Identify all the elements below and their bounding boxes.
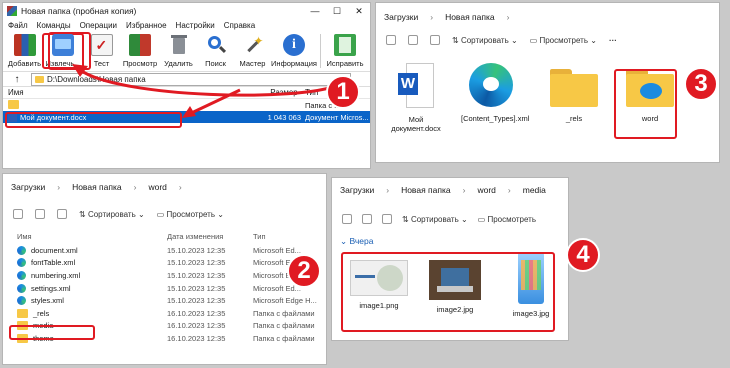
col-date[interactable]: Дата изменения: [167, 232, 253, 241]
folder-icon: [17, 308, 28, 318]
breadcrumb: Загрузки › Новая папка ›: [376, 3, 719, 31]
list-item[interactable]: settings.xml 15.10.2023 12:35 Microsoft Ed…: [17, 282, 326, 295]
folder-item-rels[interactable]: _rels: [536, 63, 612, 133]
command-bar: ⇅ Сортировать ⌄ ▭ Просмотреть ⌄ ···: [376, 31, 719, 49]
step-badge-4: 4: [566, 238, 600, 272]
share-icon[interactable]: [35, 209, 45, 219]
chevron-right-icon: ›: [430, 12, 434, 22]
step-badge-1: 1: [326, 75, 360, 109]
breadcrumb: Загрузки › Новая папка › word ›: [3, 174, 326, 200]
folder-icon: [550, 69, 598, 107]
col-name[interactable]: Имя: [17, 232, 167, 241]
chevron-right-icon: ›: [462, 185, 466, 195]
sort-button[interactable]: ⇅ Сортировать ⌄: [402, 215, 468, 224]
crumb-new-folder[interactable]: Новая папка: [72, 182, 122, 192]
list-item[interactable]: _rels 16.10.2023 12:35 Папка с файлами: [17, 307, 326, 320]
edge-icon: [17, 245, 26, 255]
copy-icon[interactable]: [342, 214, 352, 224]
highlight-images: [341, 252, 555, 332]
word-doc-icon: W: [398, 63, 434, 108]
col-type[interactable]: Тип: [253, 232, 266, 241]
list-item[interactable]: fontTable.xml 15.10.2023 12:35 Microsoft E…: [17, 257, 326, 270]
file-item-content-types[interactable]: [Content_Types].xml: [446, 63, 536, 133]
copy-icon[interactable]: [386, 35, 396, 45]
trash-icon[interactable]: [430, 35, 440, 45]
crumb-media[interactable]: media: [523, 185, 546, 195]
breadcrumb: Загрузки › Новая папка › word › media: [332, 178, 568, 202]
chevron-right-icon: ›: [507, 185, 511, 195]
list-header: Имя Дата изменения Тип: [3, 228, 326, 244]
chevron-right-icon: ›: [133, 182, 137, 192]
crumb-downloads[interactable]: Загрузки: [11, 182, 45, 192]
crumb-downloads[interactable]: Загрузки: [384, 12, 418, 22]
chevron-right-icon: ›: [178, 182, 182, 192]
step-badge-2: 2: [287, 254, 321, 288]
list-item[interactable]: styles.xml 15.10.2023 12:35 Microsoft Edge…: [17, 294, 326, 307]
share-icon[interactable]: [362, 214, 372, 224]
highlight-media-folder: [9, 325, 95, 340]
crumb-word[interactable]: word: [148, 182, 166, 192]
edge-icon: [17, 283, 26, 293]
file-item-docx[interactable]: W Мой документ.docx: [386, 63, 446, 133]
edge-icon: [17, 296, 26, 306]
group-header[interactable]: ⌄ Вчера: [332, 236, 568, 250]
command-bar: ⇅ Сортировать ⌄ ▭ Просмотреть ⌄: [3, 200, 326, 228]
sort-button[interactable]: ⇅ Сортировать ⌄: [79, 210, 145, 219]
trash-icon[interactable]: [382, 214, 392, 224]
crumb-new-folder[interactable]: Новая папка: [445, 12, 495, 22]
chevron-right-icon: ›: [386, 185, 390, 195]
share-icon[interactable]: [408, 35, 418, 45]
list-item[interactable]: document.xml 15.10.2023 12:35 Microsoft Ed…: [17, 244, 326, 257]
crumb-new-folder[interactable]: Новая папка: [401, 185, 451, 195]
view-button[interactable]: ▭ Просмотреть ⌄: [530, 36, 597, 45]
command-bar: ⇅ Сортировать ⌄ ▭ Просмотреть: [332, 202, 568, 236]
step-badge-3: 3: [684, 67, 718, 101]
highlight-word-folder: [614, 69, 677, 139]
edge-icon: [17, 270, 26, 280]
more-icon[interactable]: ···: [609, 36, 617, 45]
trash-icon[interactable]: [57, 209, 67, 219]
chevron-right-icon: ›: [57, 182, 61, 192]
edge-icon: [469, 63, 513, 107]
chevron-right-icon: ›: [506, 12, 510, 22]
view-button[interactable]: ▭ Просмотреть: [478, 215, 536, 224]
edge-icon: [17, 258, 26, 268]
sort-button[interactable]: ⇅ Сортировать ⌄: [452, 36, 518, 45]
arrow-overlay: [72, 64, 339, 118]
crumb-word[interactable]: word: [477, 185, 495, 195]
copy-icon[interactable]: [13, 209, 23, 219]
view-button[interactable]: ▭ Просмотреть ⌄: [157, 210, 224, 219]
crumb-downloads[interactable]: Загрузки: [340, 185, 374, 195]
list-item[interactable]: numbering.xml 15.10.2023 12:35 Microsoft E…: [17, 269, 326, 282]
